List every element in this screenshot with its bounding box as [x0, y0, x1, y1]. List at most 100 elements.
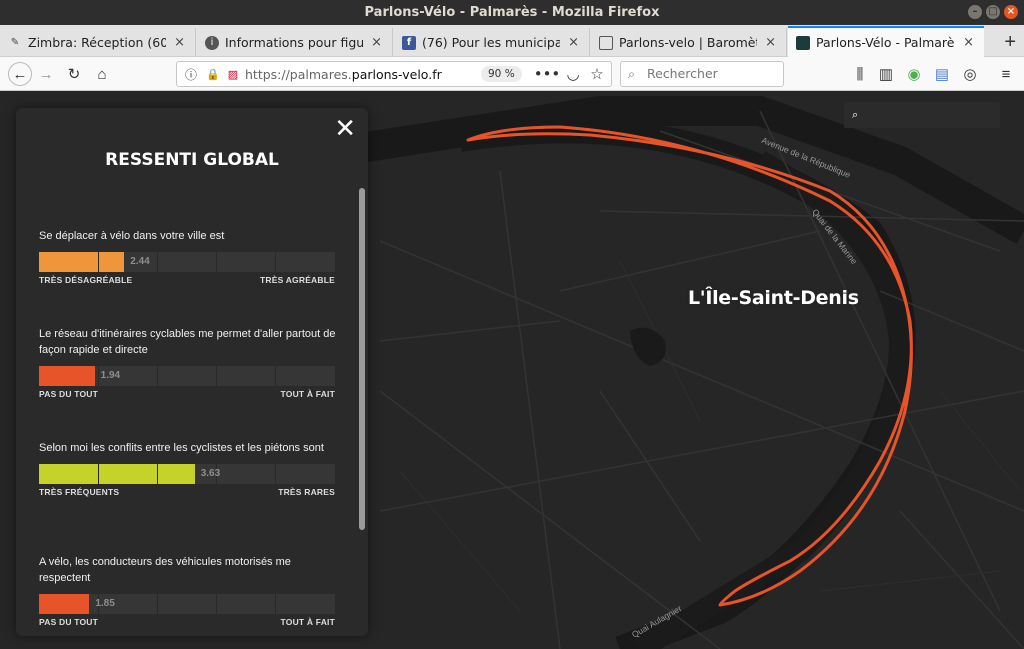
bar-divider: [275, 252, 276, 272]
pocket-icon[interactable]: ◡: [563, 64, 583, 84]
bar-divider: [216, 366, 217, 386]
scale-left-label: TRÈS FRÉQUENTS: [39, 487, 120, 497]
close-tab-icon[interactable]: ×: [568, 35, 579, 50]
scale-right-label: TRÈS AGRÉABLE: [259, 275, 335, 285]
scale-right-label: TOUT À FAIT: [280, 389, 335, 399]
score-value: 2.44: [130, 256, 150, 267]
scale-right-label: TRÈS RARES: [278, 487, 335, 497]
tab-barometre[interactable]: Parlons-velo | Baromètre ×: [591, 28, 787, 57]
score-fill: [39, 464, 195, 484]
page-icon: [599, 35, 613, 50]
score-fill: [39, 252, 125, 272]
close-window-button[interactable]: ×: [1004, 5, 1018, 19]
question-item: Selon moi les conflits entre les cyclist…: [39, 440, 339, 497]
question-item: Le réseau d'itinéraires cyclables me per…: [39, 326, 339, 399]
score-bar: 1.85: [39, 594, 335, 614]
minimize-button[interactable]: –: [968, 5, 982, 19]
palmares-icon: [796, 35, 810, 50]
home-icon[interactable]: ⌂: [92, 64, 112, 84]
search-icon: ⌕: [628, 66, 636, 81]
search-placeholder: Rechercher: [647, 66, 718, 81]
score-value: 1.85: [95, 598, 115, 609]
score-value: 3.63: [200, 468, 221, 479]
score-value: 1.94: [100, 370, 121, 381]
score-fill: [39, 366, 95, 386]
question-item: A vélo, les conducteurs des véhicules mo…: [39, 554, 339, 627]
bar-divider: [98, 464, 99, 484]
tab-title: Zimbra: Réception (6073: [28, 35, 166, 50]
tracking-protection-icon[interactable]: ▨: [223, 64, 243, 84]
bar-divider: [216, 252, 217, 272]
close-tab-icon[interactable]: ×: [371, 35, 382, 50]
forward-icon[interactable]: →: [36, 64, 56, 84]
window-titlebar: Parlons-Vélo - Palmarès - Mozilla Firefo…: [0, 0, 1024, 25]
bar-divider: [275, 594, 276, 614]
bar-divider: [98, 366, 99, 386]
score-bar: 2.44: [39, 252, 335, 272]
url-domain: parlons-velo.fr: [351, 66, 442, 82]
bar-divider: [275, 464, 276, 484]
city-label: L'Île-Saint-Denis: [688, 287, 859, 309]
map-search-field[interactable]: ⌕: [844, 102, 1000, 128]
document-icon[interactable]: ▤: [932, 64, 952, 84]
tab-zimbra[interactable]: ✎ Zimbra: Réception (6073 ×: [0, 28, 196, 57]
panel-scrollbar[interactable]: [359, 188, 365, 530]
panel-title: RESSENTI GLOBAL: [105, 150, 279, 170]
zimbra-icon: ✎: [10, 37, 20, 48]
question-text: A vélo, les conducteurs des véhicules mo…: [39, 556, 291, 584]
search-icon: ⌕: [852, 109, 859, 121]
bar-divider: [275, 366, 276, 386]
score-bar: 3.63: [39, 464, 335, 484]
library-icon[interactable]: ⫼: [850, 64, 870, 84]
url-text: https://palmares.parlons-velo.fr: [245, 67, 442, 82]
bar-divider: [157, 464, 158, 484]
close-tab-icon[interactable]: ×: [963, 35, 974, 50]
maximize-button[interactable]: □: [986, 5, 1000, 19]
back-icon[interactable]: ←: [8, 62, 32, 86]
score-bar: 1.94: [39, 366, 335, 386]
account-icon[interactable]: ◎: [960, 64, 980, 84]
scale-left-label: PAS DU TOUT: [39, 389, 99, 399]
question-text: Se déplacer à vélo dans votre ville est: [39, 230, 225, 242]
scale-right-label: TOUT À FAIT: [280, 617, 335, 627]
sidebar-icon[interactable]: ▥: [876, 64, 896, 84]
url-bar[interactable]: ⓘ 🔒 ▨ https://palmares.parlons-velo.fr 9…: [176, 61, 612, 87]
lock-icon[interactable]: 🔒: [203, 64, 223, 84]
info-icon: i: [205, 35, 219, 50]
bar-divider: [157, 594, 158, 614]
tab-title: Parlons-Vélo - Palmarès: [816, 35, 956, 50]
tab-facebook[interactable]: f (76) Pour les municipales ×: [394, 28, 590, 57]
tab-informations[interactable]: i Informations pour figure ×: [197, 28, 393, 57]
close-tab-icon[interactable]: ×: [765, 35, 776, 50]
search-bar[interactable]: ⌕ Rechercher: [620, 61, 784, 87]
navigation-bar: ← → ↻ ⌂ ⓘ 🔒 ▨ https://palmares.parlons-v…: [0, 57, 1024, 91]
scale-left-label: PAS DU TOUT: [39, 617, 99, 627]
facebook-icon: f: [402, 35, 416, 50]
zoom-indicator[interactable]: 90 %: [481, 66, 522, 82]
menu-icon[interactable]: ≡: [996, 64, 1016, 84]
close-tab-icon[interactable]: ×: [174, 35, 185, 50]
bookmark-star-icon[interactable]: ☆: [587, 64, 607, 84]
bar-divider: [98, 252, 99, 272]
question-item: Se déplacer à vélo dans votre ville est …: [39, 228, 339, 285]
info-icon[interactable]: ⓘ: [181, 64, 201, 84]
scale-left-label: TRÈS DÉSAGRÉABLE: [39, 275, 133, 285]
tab-title: Parlons-velo | Baromètre: [619, 35, 757, 50]
extension-icon[interactable]: ◉: [904, 64, 924, 84]
question-text: Le réseau d'itinéraires cyclables me per…: [39, 328, 336, 356]
ressenti-panel: ✕ RESSENTI GLOBAL Se déplacer à vélo dan…: [16, 108, 368, 636]
bar-divider: [216, 594, 217, 614]
question-text: Selon moi les conflits entre les cyclist…: [39, 442, 324, 454]
reload-icon[interactable]: ↻: [64, 64, 84, 84]
url-prefix: https://palmares.: [245, 66, 352, 82]
close-panel-button[interactable]: ✕: [334, 116, 356, 142]
tab-title: (76) Pour les municipales: [422, 35, 560, 50]
bar-divider: [157, 252, 158, 272]
bar-divider: [157, 366, 158, 386]
new-tab-button[interactable]: +: [1004, 28, 1016, 56]
score-fill: [39, 594, 90, 614]
tab-bar: ✎ Zimbra: Réception (6073 × i Informatio…: [0, 25, 1024, 57]
tab-title: Informations pour figure: [225, 35, 364, 50]
tab-palmares[interactable]: Parlons-Vélo - Palmarès ×: [788, 26, 984, 57]
page-actions-icon[interactable]: •••: [534, 64, 561, 84]
